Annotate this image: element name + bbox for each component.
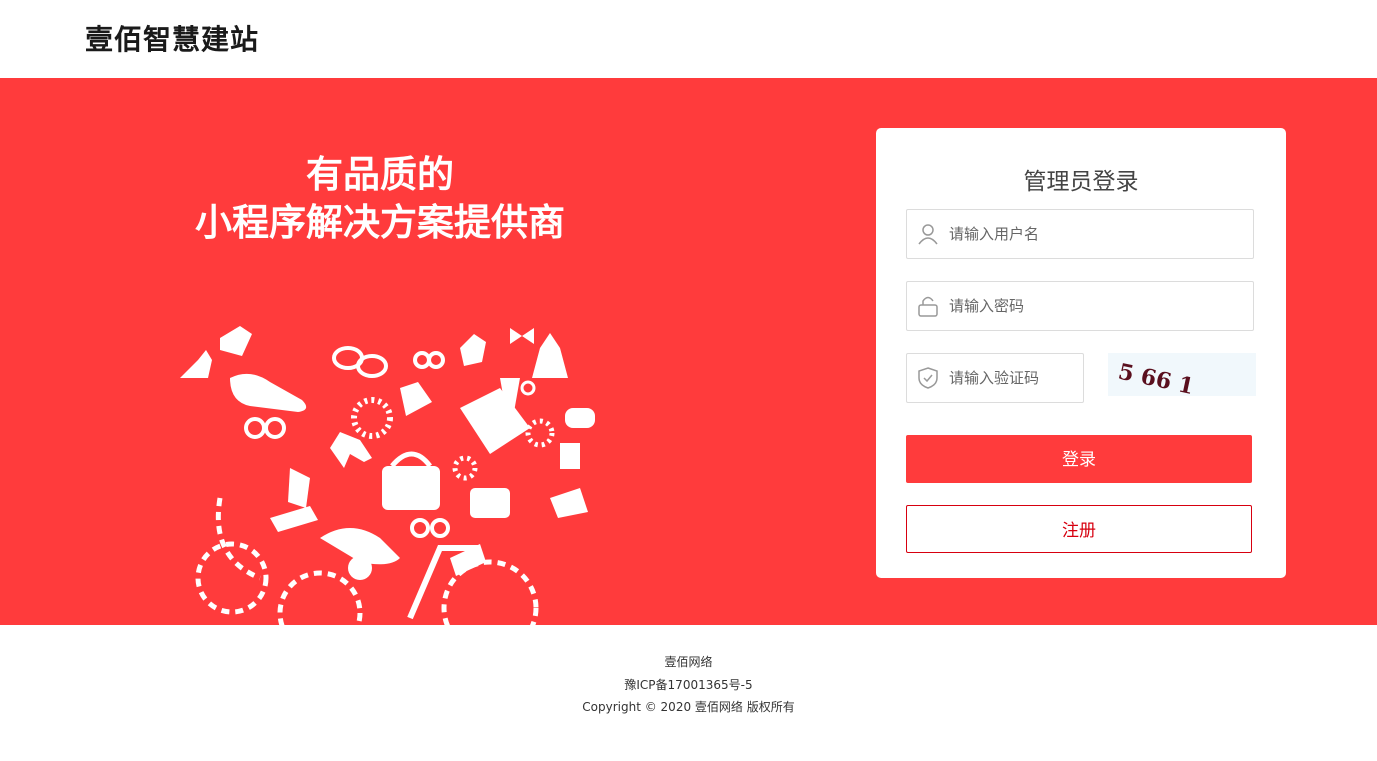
captcha-image[interactable]: 5 66 1 [1108, 353, 1256, 400]
login-card: 管理员登录 5 66 1 [876, 128, 1286, 578]
register-button[interactable]: 注册 [906, 505, 1252, 553]
shopping-heart-illustration [180, 326, 595, 625]
header: 壹佰智慧建站 [0, 0, 1377, 78]
captcha-field[interactable] [906, 353, 1084, 403]
captcha-text: 5 66 1 [1116, 359, 1196, 396]
login-button[interactable]: 登录 [906, 435, 1252, 483]
captcha-graphic: 5 66 1 [1116, 359, 1196, 400]
lock-icon [918, 296, 938, 317]
password-field[interactable] [906, 281, 1254, 331]
username-input[interactable] [949, 210, 1239, 258]
login-title: 管理员登录 [1023, 169, 1139, 195]
captcha-input[interactable] [949, 354, 1077, 402]
shield-check-icon [918, 367, 938, 389]
password-input[interactable] [949, 282, 1239, 330]
slogan-line-1: 有品质的 [306, 153, 454, 196]
site-logo-text[interactable]: 壹佰智慧建站 [85, 18, 259, 58]
username-field[interactable] [906, 209, 1254, 259]
user-icon [918, 224, 938, 245]
footer-icp[interactable]: 豫ICP备17001365号-5 [0, 676, 1377, 693]
hero-banner: 有品质的 小程序解决方案提供商 管理员登录 请输入用户名 请输入验证码 5 66… [0, 78, 1377, 625]
footer-company: 壹佰网络 [664, 655, 713, 669]
footer-copyright: Copyright © 2020 壹佰网络 版权所有 [582, 700, 795, 714]
